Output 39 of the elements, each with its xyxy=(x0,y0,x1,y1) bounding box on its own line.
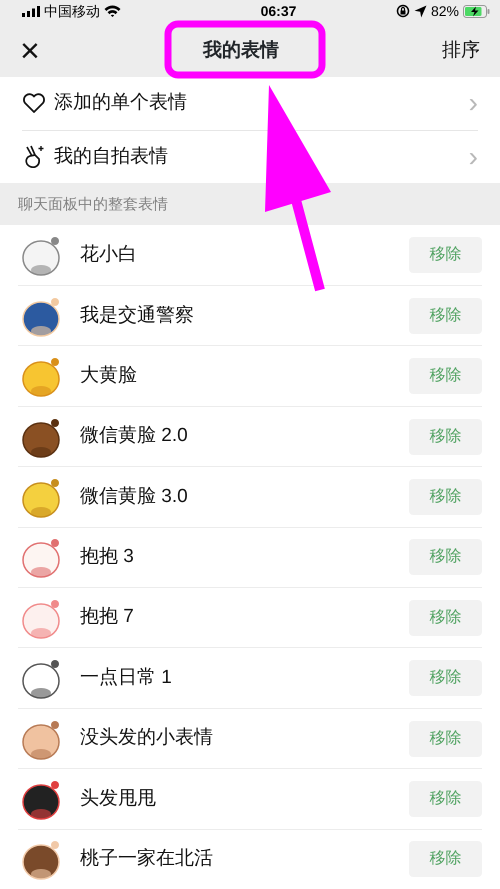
close-button[interactable]: × xyxy=(20,34,40,68)
battery-icon xyxy=(463,4,490,18)
sticker-pack-name: 一点日常 1 xyxy=(80,666,173,690)
sticker-pack-name: 抱抱 7 xyxy=(80,605,135,630)
chevron-icon: › xyxy=(468,89,478,118)
remove-button[interactable]: 移除 xyxy=(409,841,482,878)
sticker-pack-name: 没头发的小表情 xyxy=(80,726,214,750)
clock-time: 06:37 xyxy=(260,2,296,20)
sort-button[interactable]: 排序 xyxy=(442,36,480,66)
remove-button[interactable]: 移除 xyxy=(409,236,482,273)
sticker-pack-name: 微信黄脸 2.0 xyxy=(80,424,189,448)
sticker-pack-name: 花小白 xyxy=(80,242,138,267)
chevron-icon: › xyxy=(468,142,478,171)
sticker-pack-name: 我是交通警察 xyxy=(80,304,195,328)
menu-item-label[interactable]: 添加的单个表情 xyxy=(54,89,461,118)
signal-icon xyxy=(22,6,40,16)
carrier-name: 中国移动 xyxy=(44,2,100,20)
remove-button[interactable]: 移除 xyxy=(409,358,482,394)
heart-icon xyxy=(22,92,46,114)
remove-button[interactable]: 移除 xyxy=(409,660,482,696)
page-title: 我的表情 xyxy=(202,38,279,63)
remove-button[interactable]: 移除 xyxy=(409,418,482,455)
remove-button[interactable]: 移除 xyxy=(409,539,482,576)
sticker-pack-name: 头发甩甩 xyxy=(80,786,157,811)
sticker-pack-name: 抱抱 3 xyxy=(80,545,135,570)
remove-button[interactable]: 移除 xyxy=(409,600,482,636)
battery-percent: 82% xyxy=(430,2,459,20)
remove-button[interactable]: 移除 xyxy=(409,298,482,334)
sticker-pack-name: 桃子一家在北活 xyxy=(80,847,214,872)
remove-button[interactable]: 移除 xyxy=(409,780,482,817)
remove-button[interactable]: 移除 xyxy=(409,720,482,757)
rotation-lock-icon xyxy=(396,4,410,18)
location-icon xyxy=(414,4,427,18)
section-header: 聊天面板中的整套表情 xyxy=(18,195,168,216)
remove-button[interactable]: 移除 xyxy=(409,478,482,515)
sticker-pack-name: 大黄脸 xyxy=(80,364,138,388)
menu-item-label[interactable]: 我的自拍表情 xyxy=(54,142,461,172)
wifi-icon xyxy=(104,5,121,17)
sticker-pack-name: 微信黄脸 3.0 xyxy=(80,484,189,509)
